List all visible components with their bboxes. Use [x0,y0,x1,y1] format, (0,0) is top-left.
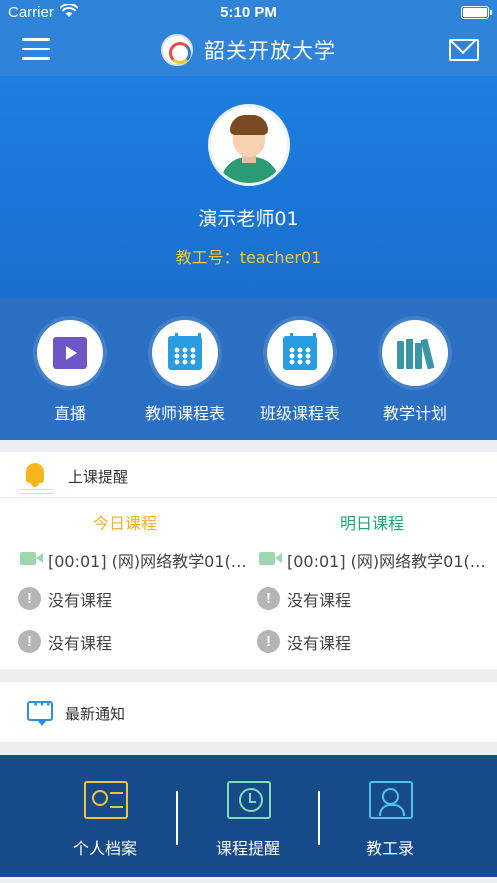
quick-item-live[interactable]: 直播 [12,320,128,424]
divider [176,791,178,845]
today-column: 今日课程 [5,510,245,534]
notice-title: 最新通知 [65,705,126,723]
bottom-item-profile[interactable]: 个人档案 [40,755,170,877]
calendar-icon [168,333,202,370]
profile-banner: 演示老师01 教工号：teacher01 [0,76,497,298]
info-icon: ! [257,587,280,610]
reminder-title: 上课提醒 [68,468,129,486]
message-icon [27,697,53,726]
battery-icon [461,6,492,19]
latest-notice-row[interactable]: 最新通知 [0,682,497,742]
university-logo [160,34,193,66]
avatar[interactable] [208,104,290,186]
clock: 5:10 PM [220,4,277,21]
bottom-item-label: 教工录 [365,839,414,858]
quick-item-label: 教学计划 [382,404,447,423]
teacher-name: 演示老师01 [198,208,299,230]
info-icon: ! [18,630,41,653]
quick-item-teaching-plan[interactable]: 教学计划 [357,320,473,424]
today-header: 今日课程 [92,514,157,533]
id-card-icon [84,781,128,819]
quick-item-label: 班级课程表 [259,404,340,423]
divider [318,791,320,845]
quick-item-label: 教师课程表 [144,404,225,423]
class-reminder-panel: 上课提醒 今日课程 [00:01] (网)网络教学01(… ! 没有课程 ! 没… [0,452,497,669]
mail-icon[interactable] [449,39,479,61]
bottom-item-label: 个人档案 [72,839,137,858]
bottom-menu: 个人档案 课程提醒 教工录 [0,755,497,877]
staff-id-line: 教工号：teacher01 [0,244,497,268]
video-icon [20,552,43,565]
staff-id-label: 教工号： [175,248,240,267]
calendar-icon [283,333,317,370]
quick-menu: 直播 教师课程表 班级课程表 教学计划 [0,298,497,440]
staff-directory-icon [369,781,413,819]
tomorrow-column: 明日课程 [252,510,492,534]
staff-id-value: teacher01 [239,248,322,267]
bottom-item-course-reminder[interactable]: 课程提醒 [183,755,313,877]
alarm-clock-icon [227,781,271,819]
nav-bar: 韶关开放大学 [0,26,497,76]
tomorrow-header: 明日课程 [339,514,404,533]
quick-item-label: 直播 [53,404,86,423]
bottom-item-staff-directory[interactable]: 教工录 [325,755,455,877]
play-icon [53,337,87,369]
quick-item-class-schedule[interactable]: 班级课程表 [242,320,358,424]
nav-title-group: 韶关开放大学 [0,34,497,66]
bell-icon [26,463,44,487]
reminder-header: 上课提醒 [0,452,497,498]
books-icon [397,337,435,370]
status-bar: Carrier 5:10 PM [0,0,497,26]
nav-title: 韶关开放大学 [204,39,337,63]
quick-item-teacher-schedule[interactable]: 教师课程表 [127,320,243,424]
video-icon [259,552,282,565]
bottom-item-label: 课程提醒 [215,839,280,858]
info-icon: ! [18,587,41,610]
info-icon: ! [257,630,280,653]
